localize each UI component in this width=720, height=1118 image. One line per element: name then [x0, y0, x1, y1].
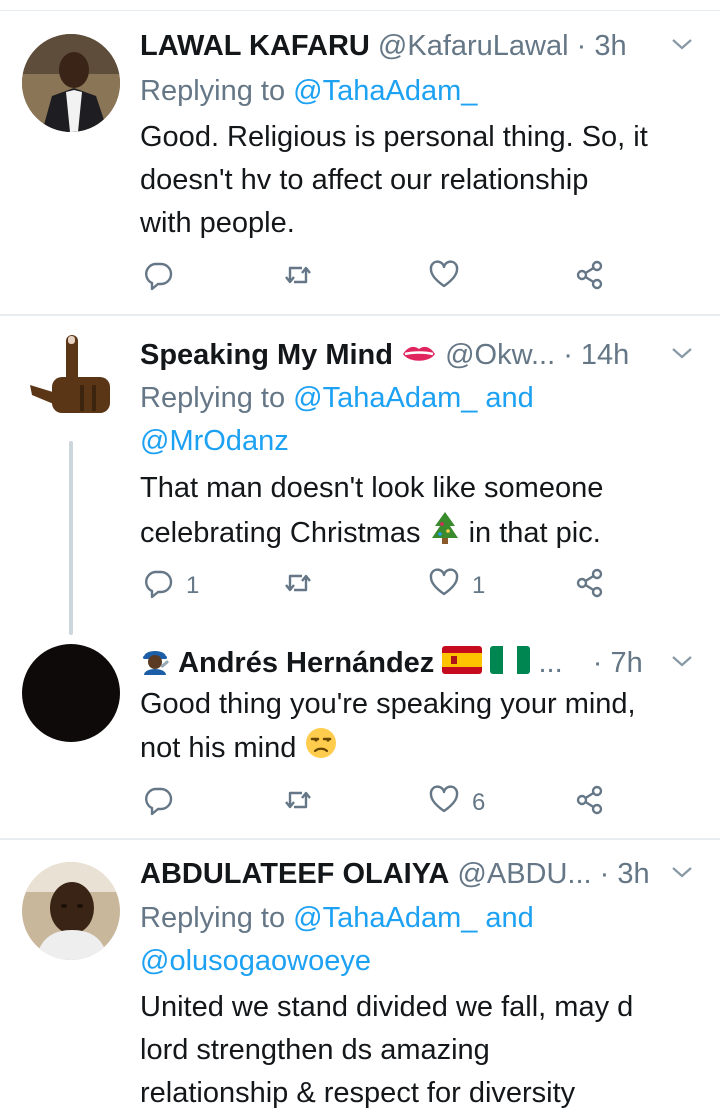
retweet-icon	[282, 567, 314, 606]
chevron-down-icon[interactable]	[670, 345, 694, 366]
reply-button[interactable]: 1	[142, 566, 199, 606]
tweet-header: LAWAL KAFARU @KafaruLawal · 3h	[140, 28, 700, 64]
lips-emoji-icon	[401, 338, 437, 374]
tweet-text-line: relationship & respect for diversity	[140, 1077, 576, 1109]
mechanic-emoji-icon	[140, 645, 170, 684]
tweet-text-line: with people.	[140, 207, 295, 239]
tweet-text-fragment: in that pic.	[468, 517, 601, 550]
mention-link[interactable]: @MrOdanz	[140, 425, 289, 457]
mention-link[interactable]: @TahaAdam_ and	[293, 382, 534, 414]
user-handle[interactable]: @Okw...	[445, 339, 555, 371]
tweet-text-line-2: not his mind	[140, 726, 696, 773]
separator-dot: ·	[599, 858, 610, 890]
reply-icon	[142, 784, 174, 823]
reply-icon	[142, 567, 174, 606]
retweet-button[interactable]	[282, 566, 314, 606]
avatar[interactable]	[22, 333, 120, 431]
retweet-icon	[282, 259, 314, 298]
share-button[interactable]	[574, 566, 606, 606]
separator-dot: ·	[592, 647, 603, 680]
nigeria-flag-icon	[490, 646, 531, 683]
tweet-text: United we stand divided we fall, may d l…	[140, 986, 696, 1115]
chevron-down-icon[interactable]	[670, 36, 694, 57]
display-name[interactable]: Speaking My Mind	[140, 339, 393, 371]
avatar[interactable]	[22, 644, 120, 742]
tweet-text-line-2: celebrating Christmas in that pic.	[140, 510, 696, 559]
display-name[interactable]: LAWAL KAFARU	[140, 30, 370, 62]
replying-to: Replying to @TahaAdam_ and	[140, 377, 534, 419]
retweet-button[interactable]	[282, 783, 314, 823]
tweet-actions: 6	[140, 783, 620, 823]
mention-link[interactable]: @TahaAdam_ and	[293, 902, 534, 934]
user-handle[interactable]: @KafaruLawal	[378, 30, 569, 62]
replying-to: Replying to @TahaAdam_ and	[140, 897, 534, 939]
share-icon	[574, 259, 606, 298]
share-icon	[574, 567, 606, 606]
mention-link[interactable]: @TahaAdam_	[293, 75, 477, 107]
reply-count: 1	[186, 572, 200, 599]
timestamp[interactable]: 14h	[581, 339, 629, 371]
chevron-down-icon[interactable]	[670, 864, 694, 885]
reply-icon	[142, 259, 174, 298]
replying-to-prefix: Replying to	[140, 902, 286, 934]
reply-button[interactable]	[142, 783, 186, 823]
tweet-text-line: lord strengthen ds amazing	[140, 1034, 490, 1066]
share-button[interactable]	[574, 258, 606, 298]
like-button[interactable]: 1	[428, 566, 485, 606]
tweet-actions	[140, 258, 620, 298]
tweet-text: Good thing you're speaking your mind, no…	[140, 683, 696, 773]
reply-button[interactable]	[142, 258, 186, 298]
timestamp[interactable]: 7h	[610, 647, 642, 679]
replying-to-2: @olusogaowoeye	[140, 940, 371, 982]
like-count: 1	[472, 572, 486, 599]
spain-flag-icon	[442, 646, 483, 683]
like-count: 6	[472, 789, 486, 816]
tweet-text-line: That man doesn't look like someone	[140, 472, 604, 504]
thread-line	[69, 441, 73, 635]
retweet-icon	[282, 784, 314, 823]
tweet-actions: 1 1	[140, 566, 620, 606]
chevron-down-icon[interactable]	[670, 653, 694, 674]
retweet-button[interactable]	[282, 258, 314, 298]
avatar[interactable]	[22, 862, 120, 960]
tweet-header: Andrés Hernández ... · 7h	[140, 645, 700, 684]
share-button[interactable]	[574, 783, 606, 823]
replying-to-2: @MrOdanz	[140, 420, 289, 462]
like-icon	[428, 259, 460, 298]
mention-link[interactable]: @olusogaowoeye	[140, 945, 371, 977]
separator-dot: ·	[563, 339, 573, 371]
like-button[interactable]: 6	[428, 783, 485, 823]
unamused-face-emoji-icon	[304, 726, 338, 773]
timestamp[interactable]: 3h	[594, 30, 626, 62]
tweet-text-line: Good thing you're speaking your mind,	[140, 688, 636, 720]
tweet-2[interactable]: Speaking My Mind @Okw... · 14h Replying …	[0, 315, 720, 635]
like-icon	[428, 567, 460, 606]
timestamp[interactable]: 3h	[617, 858, 649, 890]
tweet-text: Good. Religious is personal thing. So, i…	[140, 116, 696, 245]
like-icon	[428, 784, 460, 823]
replying-to-prefix: Replying to	[140, 382, 286, 414]
user-handle[interactable]: @ABDU...	[457, 858, 591, 890]
replying-to-prefix: Replying to	[140, 75, 286, 107]
user-handle[interactable]: ...	[538, 647, 562, 679]
tweet-header: Speaking My Mind @Okw... · 14h	[140, 337, 700, 374]
display-name[interactable]: ABDULATEEF OLAIYA	[140, 858, 449, 890]
tweet-text-line: Good. Religious is personal thing. So, i…	[140, 121, 648, 153]
like-button[interactable]	[428, 258, 472, 298]
tweet-header: ABDULATEEF OLAIYA @ABDU... · 3h	[140, 856, 700, 892]
tweet-text-line: doesn't hv to affect our relationship	[140, 164, 589, 196]
tweet-text: That man doesn't look like someone celeb…	[140, 467, 696, 559]
display-name[interactable]: Andrés Hernández	[178, 647, 434, 679]
separator-dot: ·	[576, 30, 587, 62]
tweet-4[interactable]: ABDULATEEF OLAIYA @ABDU... · 3h Replying…	[0, 840, 720, 1118]
tweet-1[interactable]: LAWAL KAFARU @KafaruLawal · 3h Replying …	[0, 0, 720, 315]
avatar[interactable]	[22, 34, 120, 132]
christmas-tree-emoji-icon	[429, 510, 461, 559]
tweet-3[interactable]: Andrés Hernández ... · 7h Good thing you…	[0, 635, 720, 838]
tweet-text-fragment: not his mind	[140, 732, 297, 765]
replying-to: Replying to @TahaAdam_	[140, 70, 477, 112]
tweet-text-line: United we stand divided we fall, may d	[140, 991, 634, 1023]
share-icon	[574, 784, 606, 823]
tweet-text-fragment: celebrating Christmas	[140, 517, 421, 550]
